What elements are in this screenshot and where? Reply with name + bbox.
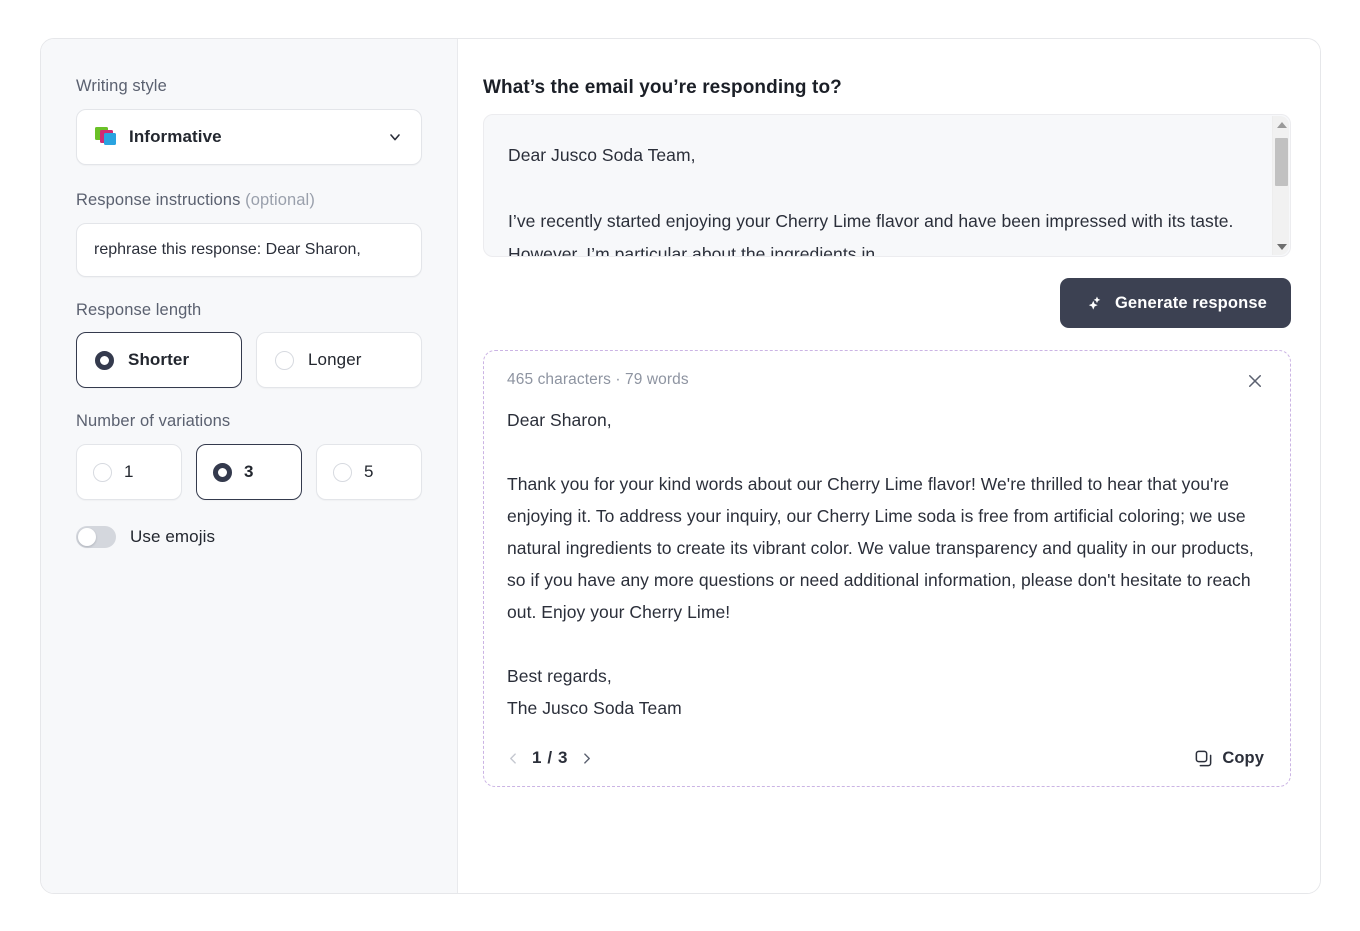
chevron-right-icon[interactable] [580,752,593,765]
generate-response-button[interactable]: Generate response [1059,278,1291,328]
generate-row: Generate response [483,278,1291,328]
response-length-options: Shorter Longer [76,332,422,389]
response-length-option-longer-label: Longer [308,350,362,370]
radio-selected-icon [95,350,114,370]
sparkles-icon [1088,296,1101,310]
number-of-variations-options: 1 3 5 [76,444,422,501]
variations-option-5-label: 5 [364,462,374,482]
use-emojis-label: Use emojis [130,527,216,547]
scrollbar-thumb[interactable] [1275,138,1288,186]
generate-response-label: Generate response [1114,293,1267,312]
radio-unselected-icon [93,462,112,482]
response-length-option-shorter-label: Shorter [128,350,190,370]
email-scrollbar[interactable] [1272,116,1289,255]
writing-style-label-text: Writing style [76,77,167,95]
variations-option-1-label: 1 [124,462,134,482]
response-length-option-shorter[interactable]: Shorter [76,332,242,389]
response-length-label-text: Response length [76,300,202,319]
chevron-down-icon [390,133,400,141]
radio-unselected-icon [333,462,352,482]
generated-response-card: 465 characters · 79 words Dear Sharon, T… [483,350,1291,787]
close-icon[interactable] [1246,372,1264,390]
chevron-left-icon[interactable] [507,752,520,765]
copy-icon [1195,750,1212,766]
number-of-variations-label-text: Number of variations [76,412,231,431]
settings-sidebar: Writing style Informative Response instr… [41,39,458,893]
scroll-down-arrow-icon[interactable] [1273,238,1290,255]
variations-option-3-label: 3 [244,462,254,482]
scroll-up-arrow-icon[interactable] [1273,116,1290,133]
generated-response-footer: 1 / 3 Copy [507,748,1264,768]
optional-suffix: (optional) [245,190,315,209]
page-title: What’s the email you’re responding to? [483,77,842,98]
writing-style-value: Informative [129,126,222,146]
number-of-variations-label: Number of variations [76,412,422,432]
use-emojis-toggle[interactable] [76,526,116,549]
email-input-text[interactable]: Dear Jusco Soda Team, I’ve recently star… [508,139,1250,256]
response-length-label: Response length [76,301,422,321]
email-input-box[interactable]: Dear Jusco Soda Team, I’ve recently star… [483,114,1291,257]
radio-unselected-icon [275,350,294,370]
variations-option-3[interactable]: 3 [196,444,302,501]
books-stack-icon [95,126,117,148]
copy-label: Copy [1222,748,1264,767]
response-stats: 465 characters · 79 words [507,371,689,388]
generated-response-header: 465 characters · 79 words [507,371,1264,390]
response-length-option-longer[interactable]: Longer [256,332,422,389]
toggle-knob [78,528,96,547]
main-panel: What’s the email you’re responding to? D… [458,39,1320,893]
response-instructions-label: Response instructions (optional) [76,191,422,211]
copy-button[interactable]: Copy [1194,749,1264,768]
variation-pager: 1 / 3 [507,748,593,768]
use-emojis-row: Use emojis [76,526,422,549]
writing-style-select[interactable]: Informative [76,108,422,165]
generated-response-text: Dear Sharon, Thank you for your kind wor… [507,410,1254,718]
response-instructions-input[interactable]: rephrase this response: Dear Sharon, [76,222,422,277]
writing-style-label: Writing style [76,77,422,97]
variation-counter: 1 / 3 [532,748,569,767]
email-responder-card: Writing style Informative Response instr… [40,38,1321,894]
variations-option-1[interactable]: 1 [76,444,182,501]
radio-selected-icon [213,462,232,482]
response-instructions-label-text: Response instructions [76,190,241,209]
variations-option-5[interactable]: 5 [316,444,422,501]
